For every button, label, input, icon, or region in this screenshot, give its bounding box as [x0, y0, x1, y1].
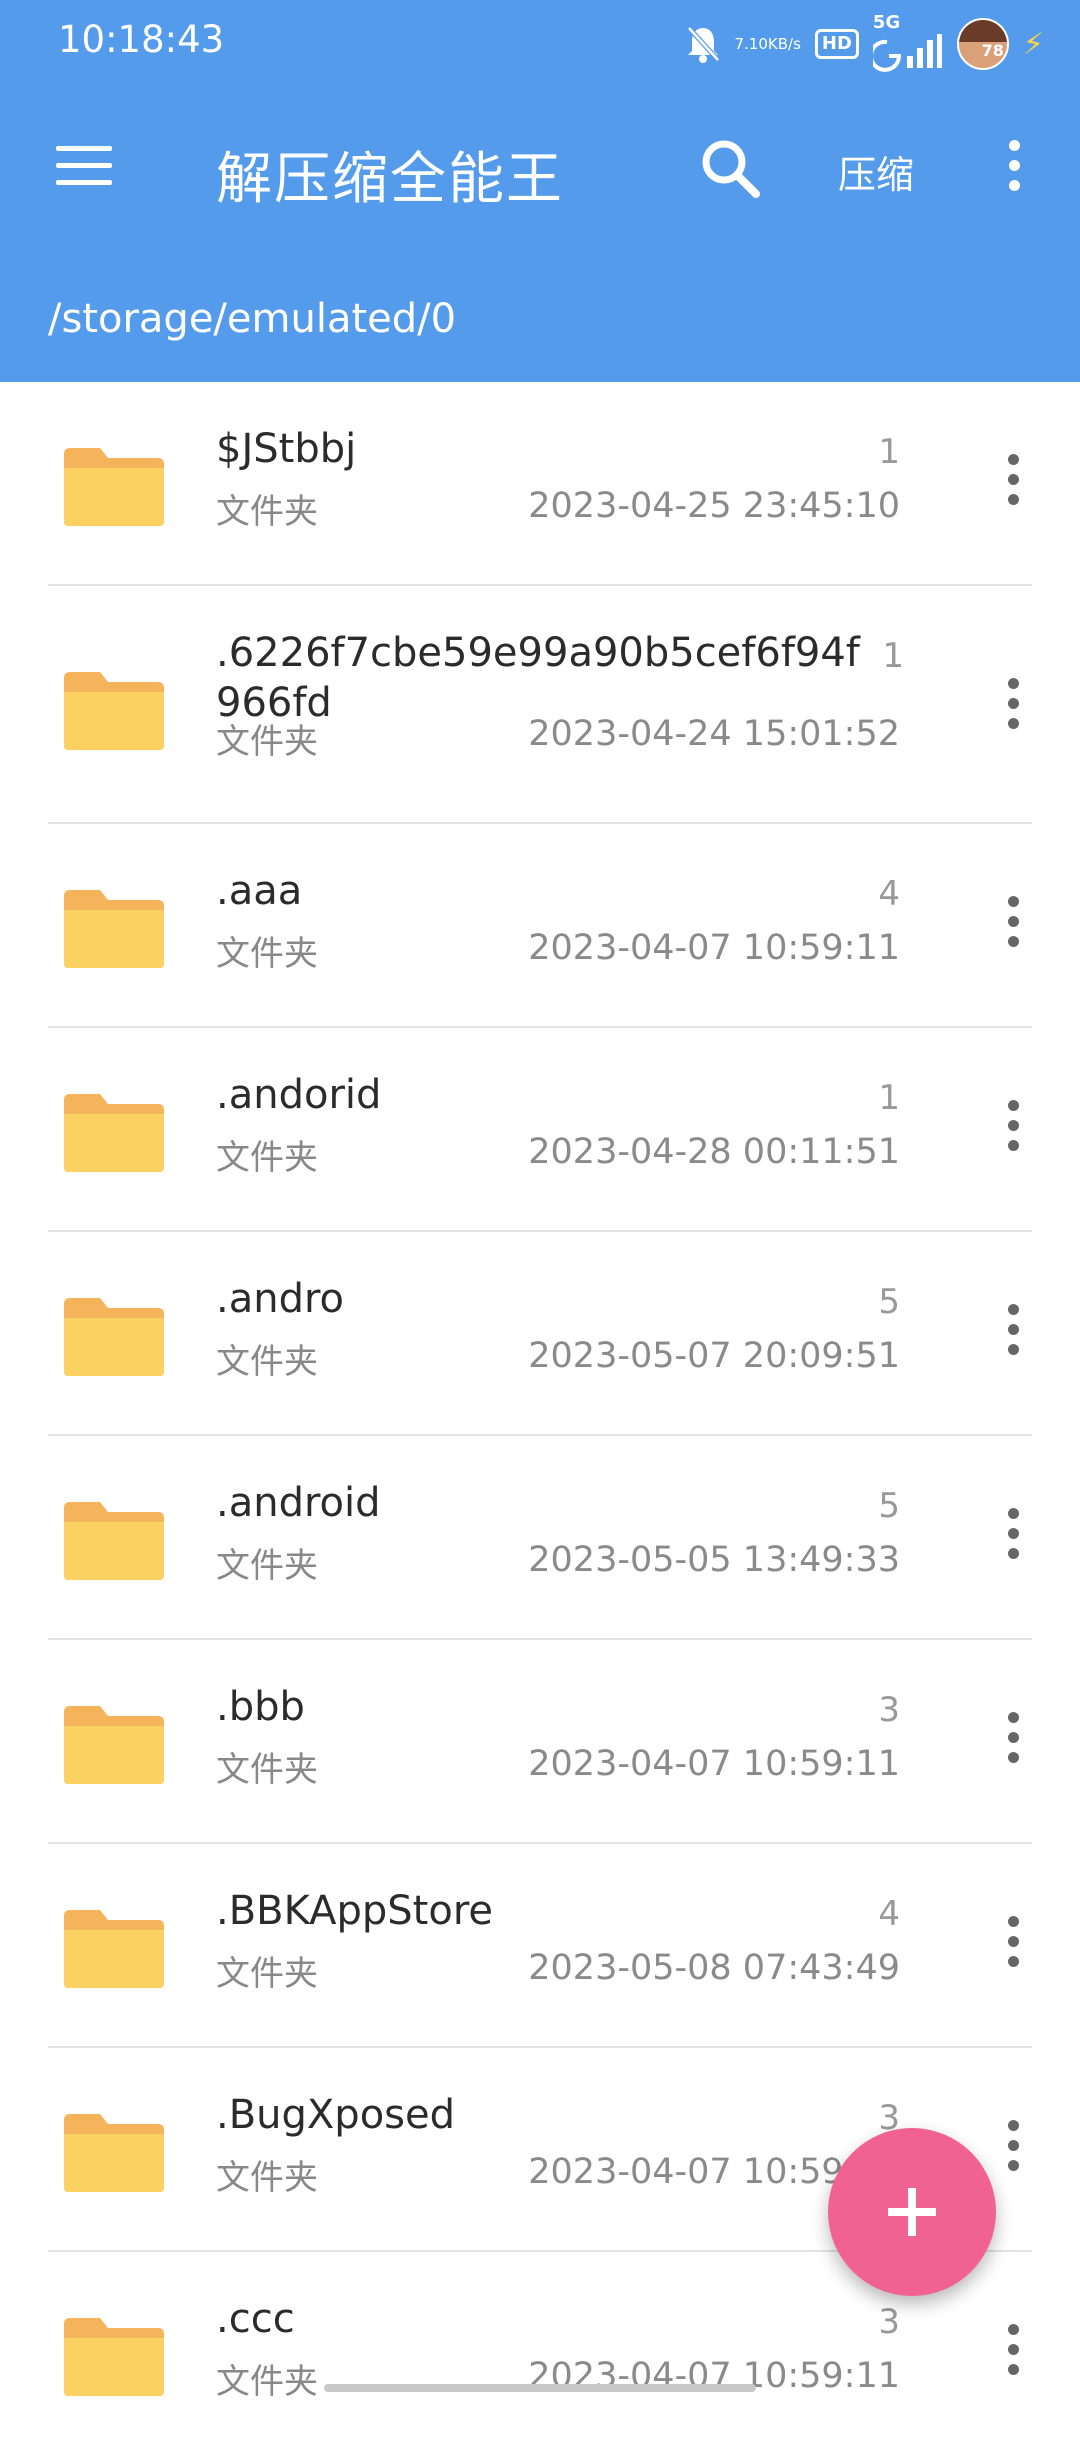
file-type: 文件夹 — [216, 934, 318, 974]
more-vert-icon[interactable] — [1000, 2120, 1026, 2190]
folder-icon — [64, 890, 164, 968]
file-type: 文件夹 — [216, 1546, 318, 1586]
net-speed: 7.10 KB/s — [734, 34, 801, 53]
list-item[interactable]: $JStbbj 文件夹 1 2023-04-25 23:45:10 — [0, 382, 1080, 586]
file-type: 文件夹 — [216, 1750, 318, 1790]
avatar-badge: 78 — [981, 41, 1004, 60]
modified-date: 2023-04-07 10:59:11 — [528, 928, 900, 968]
app-bar: 10:18:43 7.10 KB/s HD 5G 78 ⚡ 解压缩全能王 压缩 … — [0, 0, 1080, 382]
folder-icon — [64, 1298, 164, 1376]
menu-icon[interactable] — [52, 140, 116, 192]
avatar: 78 — [956, 18, 1009, 70]
file-type: 文件夹 — [216, 1138, 318, 1178]
home-indicator[interactable] — [324, 2384, 756, 2392]
item-count: 1 — [878, 1078, 900, 1118]
file-name: .bbb — [216, 1684, 305, 1730]
item-count: 1 — [882, 636, 904, 676]
file-type: 文件夹 — [216, 1954, 318, 1994]
charging-icon: ⚡ — [1022, 26, 1044, 62]
file-type: 文件夹 — [216, 722, 318, 762]
item-count: 1 — [878, 432, 900, 472]
status-icons: 7.10 KB/s HD 5G 78 ⚡ — [685, 12, 1044, 74]
modified-date: 2023-04-07 10:59:11 — [528, 1744, 900, 1784]
item-count: 3 — [878, 1690, 900, 1730]
modified-date: 2023-04-25 23:45:10 — [528, 486, 900, 526]
file-type: 文件夹 — [216, 2158, 318, 2198]
search-icon[interactable] — [698, 136, 764, 202]
net-speed-unit: KB/s — [767, 34, 801, 53]
mute-icon — [685, 24, 721, 64]
status-time: 10:18:43 — [58, 18, 225, 61]
folder-icon — [64, 1094, 164, 1172]
list-item[interactable]: .android 文件夹 5 2023-05-05 13:49:33 — [0, 1436, 1080, 1640]
more-vert-icon[interactable] — [1000, 140, 1028, 200]
item-count: 4 — [878, 874, 900, 914]
file-type: 文件夹 — [216, 1342, 318, 1382]
more-vert-icon[interactable] — [1000, 1100, 1026, 1170]
modified-date: 2023-05-08 07:43:49 — [528, 1948, 900, 1988]
folder-icon — [64, 672, 164, 750]
current-path: /storage/emulated/0 — [48, 296, 457, 342]
folder-icon — [64, 1910, 164, 1988]
file-name: $JStbbj — [216, 426, 357, 472]
signal-label: 5G — [872, 12, 901, 33]
item-count: 5 — [878, 1282, 900, 1322]
more-vert-icon[interactable] — [1000, 1508, 1026, 1578]
file-name: .aaa — [216, 868, 303, 914]
list-item[interactable]: .aaa 文件夹 4 2023-04-07 10:59:11 — [0, 824, 1080, 1028]
folder-icon — [64, 1706, 164, 1784]
compress-button[interactable]: 压缩 — [838, 144, 914, 199]
list-item[interactable]: .andro 文件夹 5 2023-05-07 20:09:51 — [0, 1232, 1080, 1436]
list-item[interactable]: .bbb 文件夹 3 2023-04-07 10:59:11 — [0, 1640, 1080, 1844]
file-name: .BBKAppStore — [216, 1888, 493, 1934]
folder-icon — [64, 1502, 164, 1580]
more-vert-icon[interactable] — [1000, 1916, 1026, 1986]
app-title: 解压缩全能王 — [216, 147, 564, 212]
hd-badge: HD — [814, 29, 859, 59]
more-vert-icon[interactable] — [1000, 2324, 1026, 2394]
file-type: 文件夹 — [216, 492, 318, 532]
file-name: .andro — [216, 1276, 345, 1322]
folder-icon — [64, 2318, 164, 2396]
file-name: .6226f7cbe59e99a90b5cef6f94f966fd — [216, 630, 860, 726]
modified-date: 2023-04-24 15:01:52 — [528, 714, 900, 754]
modified-date: 2023-04-28 00:11:51 — [528, 1132, 900, 1172]
list-item[interactable]: .BBKAppStore 文件夹 4 2023-05-08 07:43:49 — [0, 1844, 1080, 2048]
file-name: .android — [216, 1480, 381, 1526]
item-count: 4 — [878, 1894, 900, 1934]
more-vert-icon[interactable] — [1000, 896, 1026, 966]
item-count: 5 — [878, 1486, 900, 1526]
more-vert-icon[interactable] — [1000, 1712, 1026, 1782]
more-vert-icon[interactable] — [1000, 1304, 1026, 1374]
file-name: .andorid — [216, 1072, 382, 1118]
file-type: 文件夹 — [216, 2362, 318, 2402]
list-item[interactable]: .6226f7cbe59e99a90b5cef6f94f966fd 文件夹 1 … — [0, 586, 1080, 824]
signal-icon: 5G — [872, 12, 943, 72]
net-speed-value: 7.10 — [734, 34, 768, 53]
folder-icon — [64, 448, 164, 526]
file-name: .BugXposed — [216, 2092, 456, 2138]
file-name: .ccc — [216, 2296, 295, 2342]
folder-icon — [64, 2114, 164, 2192]
add-icon — [888, 2188, 936, 2236]
modified-date: 2023-05-05 13:49:33 — [528, 1540, 900, 1580]
more-vert-icon[interactable] — [1000, 454, 1026, 524]
modified-date: 2023-05-07 20:09:51 — [528, 1336, 900, 1376]
item-count: 3 — [878, 2302, 900, 2342]
list-item[interactable]: .andorid 文件夹 1 2023-04-28 00:11:51 — [0, 1028, 1080, 1232]
add-button[interactable] — [828, 2128, 996, 2296]
more-vert-icon[interactable] — [1000, 678, 1026, 748]
